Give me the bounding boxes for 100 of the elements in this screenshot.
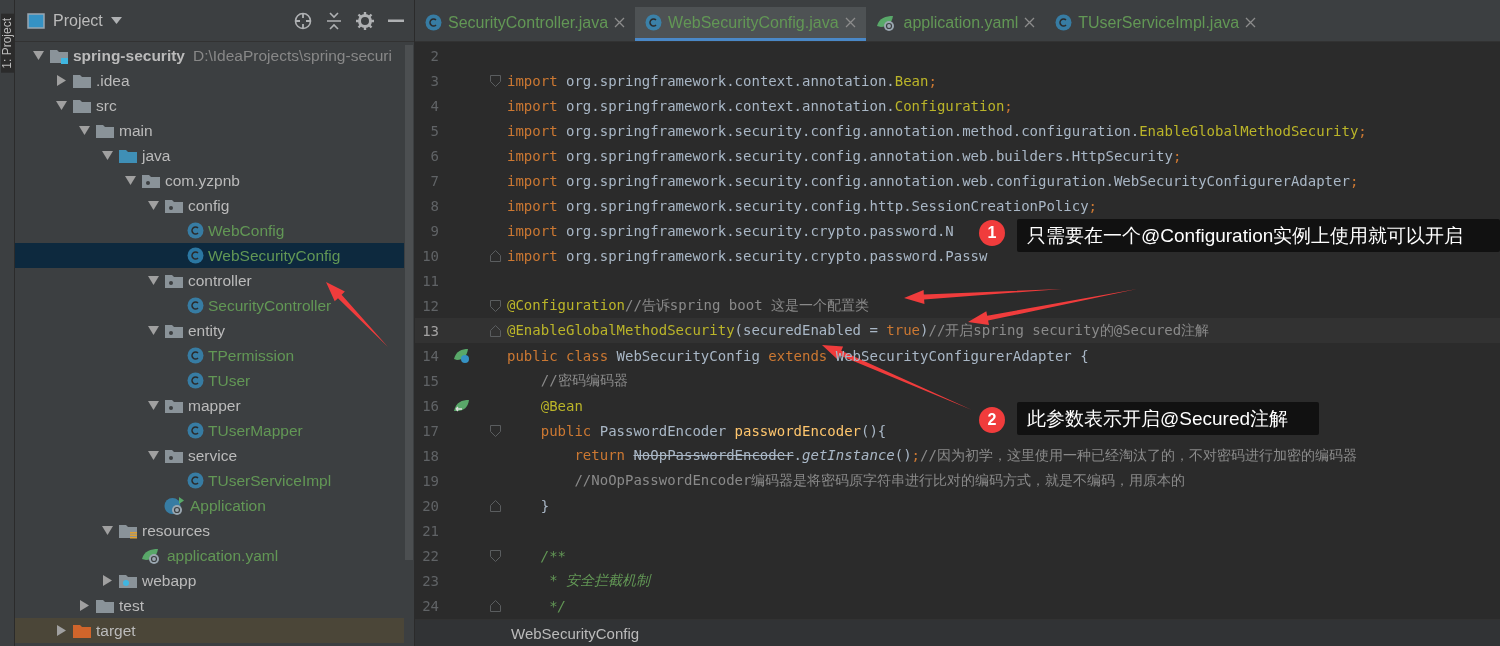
expanded-arrow-icon[interactable] [147,275,159,286]
fold-marker-icon[interactable] [489,599,501,612]
fold-marker-icon[interactable] [489,299,501,312]
tree-item[interactable]: src [15,93,404,118]
tree-item[interactable]: TUserMapper [15,418,404,443]
tree-item[interactable]: controller [15,268,404,293]
tree-item[interactable]: java [15,143,404,168]
editor-tab[interactable]: application.yaml [865,7,1046,41]
tree-item[interactable]: webapp [15,568,404,593]
line-number: 23 [421,572,439,589]
line-number: 2 [429,47,439,64]
tree-item[interactable]: TUser [15,368,404,393]
fold-marker-icon[interactable] [489,249,501,262]
module-folder-icon [49,47,69,64]
code-line: public PasswordEncoder passwordEncoder(){ [539,422,887,439]
fold-marker-icon[interactable] [489,74,501,87]
expanded-arrow-icon[interactable] [55,100,67,111]
scrollbar[interactable] [405,45,413,560]
close-icon[interactable] [1024,17,1036,28]
resources-folder-icon [118,522,138,539]
code-line: import org.springframework.security.crypto.password.N [507,222,954,239]
code-line: //密码编码器 [539,371,628,390]
code-line: return NoOpPasswordEncoder.getInstance();//因为初学，这里使用一种已经淘汰了的，不对密码进行加密的编码器 [573,446,1357,465]
tree-item[interactable]: test [15,593,404,618]
code-line: @EnableGlobalMethodSecurity(securedEnabled = true)//开启spring security的@Secured注解 [507,321,1210,340]
code-line: import org.springframework.security.config.annotation.web.configuration.WebSecurityConfigurerAdapter; [507,172,1359,189]
tree-item[interactable]: main [15,118,404,143]
class-icon [425,14,442,31]
tree-item[interactable]: WebSecurityConfig [15,243,404,268]
project-path: D:\IdeaProjects\spring-securi [193,46,392,65]
line-number: 14 [421,347,439,364]
minimize-icon[interactable] [388,18,404,23]
class-icon [1055,14,1073,31]
tree-item[interactable]: config [15,193,404,218]
expanded-arrow-icon[interactable] [32,50,44,61]
package-folder-icon [141,172,161,189]
tree-item[interactable]: target [15,618,404,643]
class-icon [187,372,204,389]
collapsed-arrow-icon[interactable] [78,600,90,611]
close-icon[interactable] [1245,17,1257,28]
class-icon [187,347,204,364]
locate-icon[interactable] [294,11,312,30]
tree-item[interactable]: WebConfig [15,218,404,243]
line-number: 8 [429,197,439,214]
window-icon [27,12,45,29]
code-line: //NoOpPasswordEncoder编码器是将密码原字符串进行比对的编码方式，就是不编码，用原本的 [573,471,1186,490]
expanded-arrow-icon[interactable] [101,525,113,536]
expanded-arrow-icon[interactable] [78,125,90,136]
fold-marker-icon[interactable] [489,324,501,337]
expanded-arrow-icon[interactable] [147,450,159,461]
line-number: 10 [421,247,439,264]
expanded-arrow-icon[interactable] [147,200,159,211]
class-icon [187,222,204,239]
settings-icon[interactable] [356,11,374,30]
package-folder-icon [164,397,184,414]
close-icon[interactable] [614,17,626,28]
code-line: @Configuration//告诉spring boot 这是一个配置类 [507,296,870,315]
fold-marker-icon[interactable] [489,549,501,562]
caret-icon[interactable] [110,17,122,24]
tree-item[interactable]: TPermission [15,343,404,368]
expanded-arrow-icon[interactable] [147,400,159,411]
package-folder-icon [164,322,184,339]
collapsed-arrow-icon[interactable] [101,575,113,586]
code-line: */ [548,597,566,614]
collapsed-arrow-icon[interactable] [55,625,67,636]
fold-marker-icon[interactable] [489,499,501,512]
tree-item[interactable]: service [15,443,404,468]
bean-gutter-icon[interactable] [453,347,471,364]
line-number: 17 [421,422,439,439]
tree-item[interactable]: .idea [15,68,404,93]
line-number: 5 [429,122,439,139]
expanded-arrow-icon[interactable] [124,175,136,186]
editor-tab[interactable]: SecurityController.java [415,7,636,41]
breadcrumb[interactable]: WebSecurityConfig [511,624,640,642]
line-number: 16 [421,397,439,414]
code-line: /** [539,547,566,564]
panel-title[interactable]: Project [53,11,103,30]
expanded-arrow-icon[interactable] [147,325,159,336]
project-side-tab[interactable]: 1: Project [0,14,14,73]
line-number: 20 [421,497,439,514]
class-icon [187,472,204,489]
class-icon [187,247,204,264]
collapse-all-icon[interactable] [326,11,342,30]
tree-item[interactable]: TUserServiceImpl [15,468,404,493]
tree-item[interactable]: resources [15,518,404,543]
expanded-arrow-icon[interactable] [101,150,113,161]
fold-marker-icon[interactable] [489,424,501,437]
tree-item[interactable]: entity [15,318,404,343]
bean-gutter-icon[interactable] [453,397,471,414]
tree-item[interactable]: mapper [15,393,404,418]
collapsed-arrow-icon[interactable] [55,75,67,86]
tree-item[interactable]: SecurityController [15,293,404,318]
close-icon[interactable] [844,17,856,28]
editor-tab[interactable]: TUserServiceImpl.java [1045,7,1267,41]
line-number: 24 [421,597,439,614]
tree-item[interactable]: com.yzpnb [15,168,404,193]
tree-item[interactable]: spring-security D:\IdeaProjects\spring-securi [15,43,404,68]
tree-item[interactable]: Application [15,493,404,518]
tree-item[interactable]: application.yaml [15,543,404,568]
code-line: } [539,497,550,514]
